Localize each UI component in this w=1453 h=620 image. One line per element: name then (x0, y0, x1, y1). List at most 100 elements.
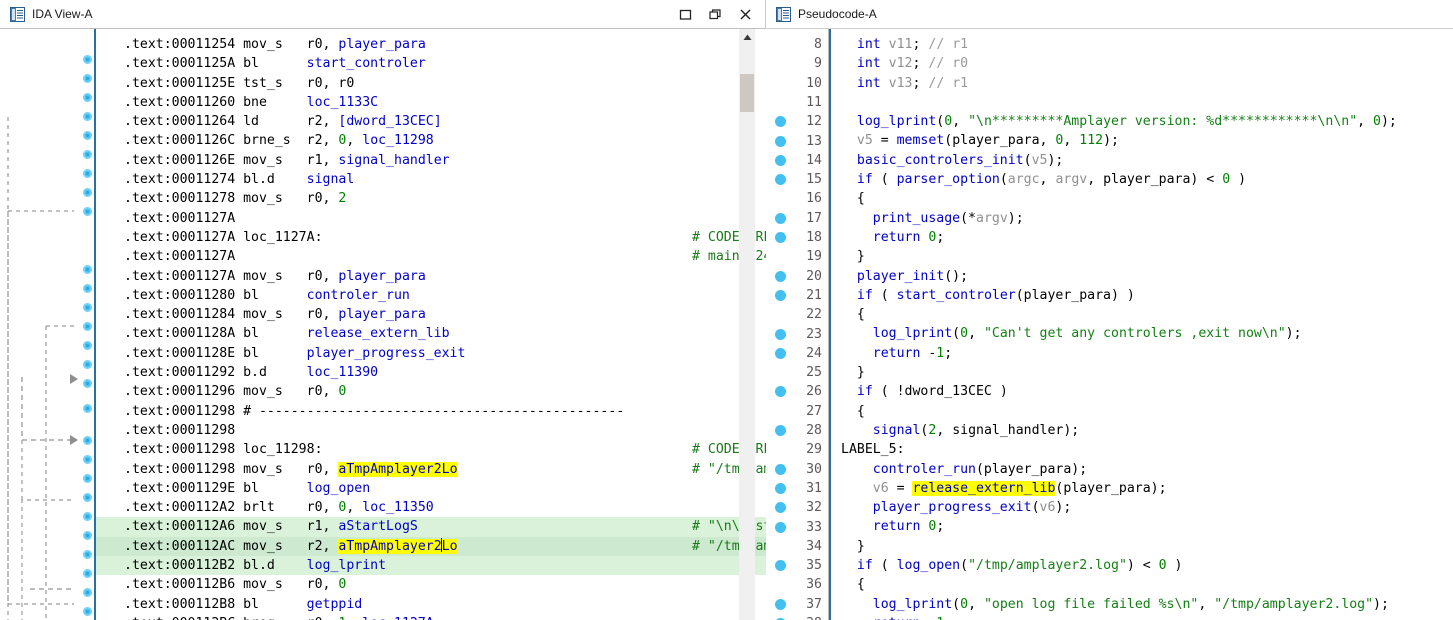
disassembly-scrollbar[interactable] (739, 29, 755, 620)
restore-button[interactable] (701, 3, 729, 27)
pseudocode-row[interactable]: log_lprint(0, "open log file failed %s\n… (841, 595, 1453, 614)
pseudocode-row[interactable]: { (841, 189, 1453, 208)
breakpoint-dot[interactable] (83, 322, 92, 331)
disassembly-row[interactable]: .text:000112B6 mov_s r0, 0 (96, 575, 766, 594)
pseudocode-row[interactable]: controler_run(player_para); (841, 460, 1453, 479)
breakpoint-dot[interactable] (83, 493, 92, 502)
pseudocode-code-area[interactable]: int v11; // r1 int v12; // r0 int v13; /… (829, 29, 1453, 620)
pseudocode-row[interactable]: } (841, 247, 1453, 266)
pseudocode-row[interactable]: player_init(); (841, 267, 1453, 286)
pseudocode-row[interactable]: return 0; (841, 228, 1453, 247)
disassembly-row[interactable]: .text:000112AC mov_s r2, aTmpAmplayer2Lo… (96, 536, 766, 557)
pseudocode-row[interactable]: { (841, 402, 1453, 421)
breakpoint-dot[interactable] (83, 131, 92, 140)
pseudocode-row[interactable]: if ( !dword_13CEC ) (841, 382, 1453, 401)
pseudocode-row[interactable]: signal(2, signal_handler); (841, 421, 1453, 440)
disassembly-row[interactable]: .text:00011298 (96, 421, 766, 440)
pseudocode-breakpoint-dot[interactable] (775, 560, 786, 572)
pseudocode-row[interactable]: int v12; // r0 (841, 54, 1453, 73)
pseudocode-row[interactable]: return -1; (841, 344, 1453, 363)
disassembly-row[interactable]: .text:000112B8 bl getppid (96, 595, 766, 614)
disassembly-row[interactable]: .text:0001127A# main+124↓j (96, 247, 766, 266)
disassembly-row[interactable]: .text:0001125A bl start_controler (96, 54, 766, 73)
breakpoint-dot[interactable] (83, 550, 92, 559)
breakpoint-dot[interactable] (83, 169, 92, 178)
disassembly-row[interactable]: .text:0001127A mov_s r0, player_para (96, 267, 766, 286)
pseudocode-line-gutter[interactable]: 8 9 10 11 12 13 14 15 16 17 18 19 20 21 22 23 24 25 26 27 28… (766, 29, 829, 620)
pseudocode-row[interactable]: if ( log_open("/tmp/amplayer2.log") < 0 … (841, 556, 1453, 575)
disassembly-row[interactable]: .text:0001125E tst_s r0, r0 (96, 74, 766, 93)
pseudocode-row[interactable]: { (841, 305, 1453, 324)
disassembly-row[interactable]: .text:00011298 loc_11298:# CODE XREF: ma… (96, 440, 766, 459)
pseudocode-breakpoint-dot[interactable] (775, 425, 786, 436)
breakpoint-dot[interactable] (83, 150, 92, 159)
pseudocode-lines[interactable]: int v11; // r1 int v12; // r0 int v13; /… (831, 29, 1453, 620)
disassembly-row[interactable]: .text:00011254 mov_s r0, player_para (96, 35, 766, 54)
breakpoint-dot[interactable] (83, 404, 92, 413)
disassembly-row[interactable]: .text:000112BC breq r0, 1, loc_1127A (96, 614, 766, 620)
pseudocode-row[interactable]: { (841, 575, 1453, 594)
disassembly-row[interactable]: .text:00011298 # -----------------------… (96, 402, 766, 421)
pseudocode-row[interactable]: if ( parser_option(argc, argv, player_pa… (841, 170, 1453, 189)
pseudocode-breakpoint-dot[interactable] (775, 463, 786, 475)
pseudocode-row[interactable]: v6 = release_extern_lib(player_para); (841, 479, 1453, 498)
breakpoint-dot[interactable] (83, 341, 92, 350)
breakpoint-dot[interactable] (83, 207, 92, 216)
scrollbar-thumb[interactable] (740, 74, 754, 112)
disassembly-row[interactable]: .text:0001126E mov_s r1, signal_handler (96, 151, 766, 170)
maximize-button[interactable] (671, 3, 699, 27)
pseudocode-breakpoint-dot[interactable] (775, 502, 786, 514)
breakpoint-dot[interactable] (83, 74, 92, 83)
disassembly-row[interactable]: .text:00011264 ld r2, [dword_13CEC] (96, 112, 766, 131)
disassembly-code-area[interactable]: .text:00011254 mov_s r0, player_para .tex… (94, 29, 766, 620)
pseudocode-row[interactable]: v5 = memset(player_para, 0, 112); (841, 131, 1453, 150)
pseudocode-breakpoint-dot[interactable] (775, 232, 786, 243)
breakpoint-dot[interactable] (83, 112, 92, 121)
breakpoint-dot[interactable] (83, 303, 92, 312)
breakpoint-dot[interactable] (83, 93, 92, 102)
pseudocode-breakpoint-dot[interactable] (775, 521, 786, 533)
pseudocode-breakpoint-dot[interactable] (775, 289, 786, 301)
pseudocode-breakpoint-dot[interactable] (775, 347, 786, 359)
pseudocode-breakpoint-dot[interactable] (775, 482, 786, 494)
pseudocode-row[interactable]: print_usage(*argv); (841, 209, 1453, 228)
breakpoint-dot[interactable] (83, 474, 92, 483)
pseudocode-row[interactable]: log_lprint(0, "Can't get any controlers … (841, 324, 1453, 343)
disassembly-row[interactable]: .text:0001127A loc_1127A:# CODE XREF: ma… (96, 228, 766, 247)
disassembly-row[interactable]: .text:000112A6 mov_s r1, aStartLogS # "\n… (96, 517, 766, 537)
pseudocode-row[interactable]: return 0; (841, 517, 1453, 536)
pseudocode-row[interactable]: } (841, 537, 1453, 556)
pseudocode-row[interactable]: basic_controlers_init(v5); (841, 151, 1453, 170)
disassembly-row[interactable]: .text:0001129E bl log_open (96, 479, 766, 498)
pseudocode-breakpoint-dot[interactable] (775, 174, 786, 186)
pseudocode-breakpoint-dot[interactable] (775, 386, 786, 398)
pseudocode-breakpoint-dot[interactable] (775, 154, 786, 166)
pseudocode-breakpoint-dot[interactable] (775, 212, 786, 224)
disassembly-row[interactable]: .text:0001128E bl player_progress_exit (96, 344, 766, 363)
pseudocode-row[interactable]: LABEL_5: (841, 440, 1453, 459)
breakpoint-dot[interactable] (83, 436, 92, 445)
tab-pseudocode-a[interactable]: Pseudocode-A (770, 0, 887, 28)
breakpoint-dot[interactable] (83, 455, 92, 464)
pseudocode-row[interactable]: } (841, 363, 1453, 382)
tab-ida-view-a[interactable]: IDA View-A (4, 0, 103, 28)
pseudocode-row[interactable]: return -1; (841, 614, 1453, 620)
pseudocode-row[interactable] (841, 93, 1453, 112)
pseudocode-breakpoint-dot[interactable] (775, 270, 786, 282)
disassembly-row[interactable]: .text:00011296 mov_s r0, 0 (96, 382, 766, 401)
breakpoint-dot[interactable] (83, 188, 92, 197)
pseudocode-row[interactable]: int v11; // r1 (841, 35, 1453, 54)
pseudocode-row[interactable]: int v13; // r1 (841, 74, 1453, 93)
breakpoint-dot[interactable] (83, 360, 92, 369)
breakpoint-dot[interactable] (83, 588, 92, 597)
breakpoint-dot[interactable] (83, 379, 92, 388)
disassembly-row[interactable]: .text:000112B2 bl.d log_lprint (96, 556, 766, 576)
disassembly-row[interactable]: .text:0001127A (96, 209, 766, 228)
disassembly-row[interactable]: .text:00011298 mov_s r0, aTmpAmplayer2Lo… (96, 460, 766, 479)
disassembly-row[interactable]: .text:00011280 bl controler_run (96, 286, 766, 305)
pseudocode-breakpoint-dot[interactable] (775, 135, 786, 147)
close-button[interactable] (731, 3, 759, 27)
disassembly-lines[interactable]: .text:00011254 mov_s r0, player_para .tex… (96, 29, 766, 620)
breakpoint-dot[interactable] (83, 531, 92, 540)
breakpoint-dot[interactable] (83, 607, 92, 616)
